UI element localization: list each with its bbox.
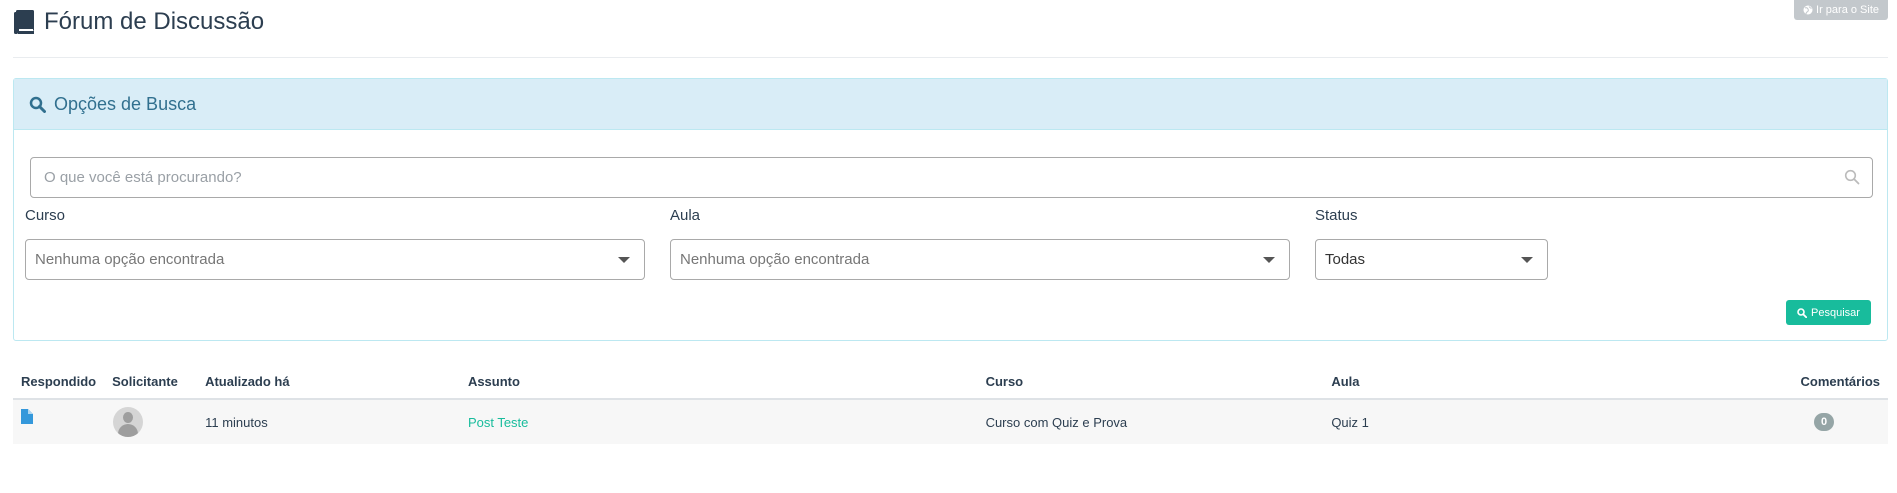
course-cell: Curso com Quiz e Prova (977, 399, 1324, 444)
column-header-requester[interactable]: Solicitante (104, 364, 198, 400)
lesson-cell: Quiz 1 (1323, 399, 1789, 444)
course-select[interactable]: Nenhuma opção encontrada (25, 239, 645, 280)
search-field (30, 157, 1873, 198)
forum-table: Respondido Solicitante Atualizado há Ass… (13, 364, 1888, 444)
search-options-panel: Opções de Busca Curso Nenhuma opção enco… (13, 78, 1888, 341)
status-label: Status (1315, 207, 1358, 224)
page-title: Fórum de Discussão (13, 8, 264, 36)
search-button[interactable]: Pesquisar (1786, 300, 1871, 325)
subject-link[interactable]: Post Teste (468, 415, 528, 430)
search-button-label: Pesquisar (1811, 306, 1860, 319)
lesson-select-value: Nenhuma opção encontrada (680, 251, 870, 268)
column-header-subject[interactable]: Assunto (459, 364, 978, 400)
column-header-lesson[interactable]: Aula (1323, 364, 1789, 400)
status-select[interactable]: Todas (1315, 239, 1548, 280)
updated-cell: 11 minutos (197, 399, 460, 444)
column-header-course[interactable]: Curso (977, 364, 1324, 400)
file-icon (21, 408, 33, 424)
lesson-label: Aula (670, 207, 701, 224)
lesson-select[interactable]: Nenhuma opção encontrada (670, 239, 1290, 280)
go-to-site-label: Ir para o Site (1816, 4, 1879, 16)
course-select-value: Nenhuma opção encontrada (35, 251, 225, 268)
go-to-site-button[interactable]: Ir para o Site (1794, 0, 1888, 20)
search-icon[interactable] (1844, 169, 1860, 185)
avatar (113, 407, 144, 437)
comments-count-badge: 0 (1814, 413, 1834, 431)
column-header-answered[interactable]: Respondido (13, 364, 105, 400)
search-icon (1797, 307, 1808, 318)
search-input[interactable] (31, 158, 1872, 197)
table-header-row: Respondido Solicitante Atualizado há Ass… (13, 364, 1888, 400)
search-options-title: Opções de Busca (54, 93, 197, 114)
column-header-updated[interactable]: Atualizado há (197, 364, 460, 400)
book-icon (14, 10, 34, 34)
search-icon (29, 96, 46, 113)
comments-cell: 0 (1788, 399, 1888, 444)
page-header: Fórum de Discussão Ir para o Site (13, 0, 1888, 58)
course-label: Curso (25, 207, 66, 224)
globe-icon (1803, 5, 1813, 15)
page-title-text: Fórum de Discussão (44, 8, 265, 35)
chevron-down-icon (1263, 257, 1275, 263)
status-select-value: Todas (1325, 251, 1366, 268)
chevron-down-icon (1521, 257, 1533, 263)
column-header-comments[interactable]: Comentários (1788, 364, 1888, 400)
chevron-down-icon (618, 257, 630, 263)
table-row[interactable]: 11 minutos Post Teste Curso com Quiz e P… (13, 399, 1888, 444)
requester-cell (104, 399, 198, 444)
answered-cell (13, 399, 105, 444)
search-options-heading: Opções de Busca (14, 79, 1887, 130)
subject-cell: Post Teste (459, 399, 978, 444)
